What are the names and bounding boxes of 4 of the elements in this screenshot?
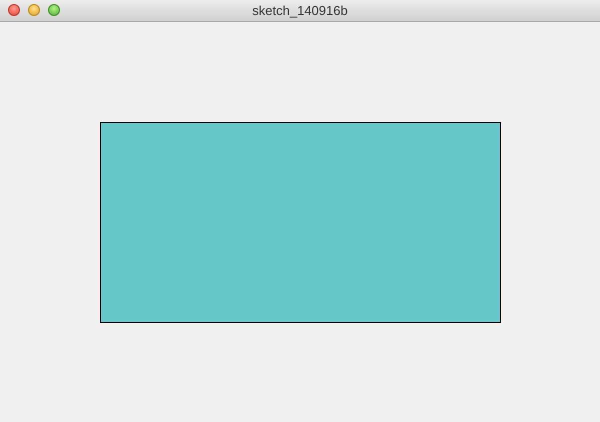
window-title: sketch_140916b: [252, 3, 348, 18]
zoom-button[interactable]: [48, 4, 60, 16]
minimize-button[interactable]: [28, 4, 40, 16]
close-button[interactable]: [8, 4, 20, 16]
